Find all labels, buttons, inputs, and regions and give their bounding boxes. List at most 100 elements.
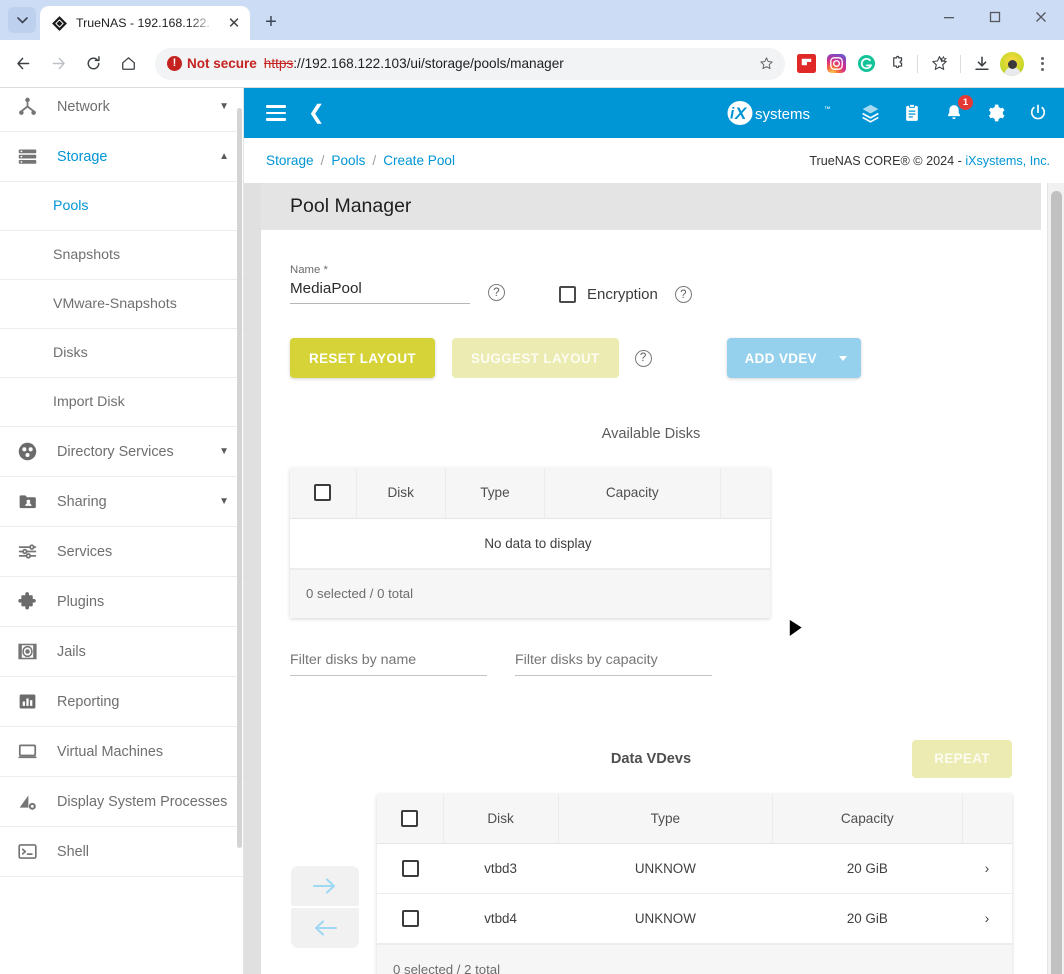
new-tab-button[interactable]: + (257, 8, 285, 36)
breadcrumb-item-storage[interactable]: Storage (266, 153, 314, 168)
sidebar-item-display-system-processes[interactable]: Display System Processes (0, 777, 243, 827)
sidebar-subitem-vmware-snapshots[interactable]: VMware-Snapshots (0, 280, 243, 329)
reload-icon[interactable] (76, 47, 110, 81)
url-rest: ://192.168.122.103/ui/storage/pools/mana… (293, 56, 564, 71)
vdev-col-type[interactable]: Type (558, 793, 774, 844)
forward-arrow-icon[interactable] (41, 47, 75, 81)
select-all-checkbox[interactable] (314, 484, 332, 502)
tab-search-icon[interactable] (8, 7, 36, 33)
sidebar-subitem-snapshots[interactable]: Snapshots (0, 231, 243, 280)
row-expand-chevron-icon[interactable]: › (962, 893, 1012, 944)
sidebar-item-shell[interactable]: Shell (0, 827, 243, 877)
bookmark-star-icon[interactable] (753, 51, 779, 77)
breadcrumb-item-pools[interactable]: Pools (331, 153, 365, 168)
puzzle-extensions-icon[interactable] (882, 50, 910, 78)
row-checkbox-cell[interactable] (377, 893, 443, 944)
ixsystems-link[interactable]: iXsystems, Inc. (965, 154, 1050, 168)
tab-close-icon[interactable]: ✕ (224, 13, 244, 33)
sidebar-item-jails[interactable]: Jails (0, 627, 243, 677)
browser-tab-title: TrueNAS - 192.168.122. (76, 16, 210, 30)
back-arrow-icon[interactable] (6, 47, 40, 81)
sidebar-item-sharing[interactable]: Sharing ▼ (0, 477, 243, 527)
browser-tab[interactable]: TrueNAS - 192.168.122. ✕ (40, 6, 250, 40)
pool-name-help-icon[interactable]: ? (488, 284, 505, 301)
available-select-all-header[interactable] (290, 468, 357, 519)
sidebar-subitem-pools[interactable]: Pools (0, 182, 243, 231)
row-expand-chevron-icon[interactable]: › (962, 843, 1012, 894)
clipboard-jobs-icon[interactable] (900, 101, 924, 125)
row-checkbox[interactable] (401, 860, 419, 877)
sidebar-scrollbar[interactable] (237, 108, 243, 974)
data-vdevs-header: Data VDevs REPEAT (290, 739, 1012, 778)
sidebar-item-plugins[interactable]: Plugins (0, 577, 243, 627)
ixsystems-logo: i X systems ™ (726, 100, 832, 126)
download-icon[interactable] (968, 50, 996, 78)
sidebar-item-network[interactable]: Network ▼ (0, 88, 243, 132)
flipboard-icon[interactable] (792, 50, 820, 78)
table-row[interactable]: vtbd4 UNKNOW 20 GiB › (377, 893, 1012, 944)
sidebar-item-services[interactable]: Services (0, 527, 243, 577)
power-icon[interactable] (1026, 101, 1050, 125)
vdev-select-all-header[interactable] (377, 793, 444, 844)
settings-gear-icon[interactable] (984, 101, 1008, 125)
chevron-down-icon[interactable]: ▼ (219, 496, 229, 507)
available-col-type[interactable]: Type (445, 468, 546, 519)
encryption-help-icon[interactable]: ? (674, 286, 692, 303)
sidebar-subitem-disks[interactable]: Disks (0, 329, 243, 378)
sidebar-item-label: Sharing (57, 493, 107, 510)
services-sliders-icon (14, 541, 41, 562)
breadcrumb-item-create-pool[interactable]: Create Pool (383, 153, 455, 168)
window-close-button[interactable] (1018, 0, 1064, 34)
window-maximize-button[interactable] (972, 0, 1018, 34)
kebab-menu-icon[interactable] (1028, 50, 1056, 78)
available-col-capacity[interactable]: Capacity (544, 468, 721, 519)
truenas-logo-icon (52, 15, 67, 31)
profile-avatar[interactable] (998, 50, 1026, 78)
instagram-icon[interactable] (822, 50, 850, 78)
notifications-bell-icon[interactable]: 1 (942, 95, 973, 125)
move-right-button[interactable] (291, 866, 359, 907)
chevron-left-icon[interactable]: ❮ (308, 103, 325, 123)
filter-by-capacity-input[interactable] (515, 651, 712, 676)
window-minimize-button[interactable] (926, 0, 972, 34)
content-scrollbar[interactable] (1047, 183, 1064, 974)
home-icon[interactable] (111, 47, 145, 81)
add-vdev-button[interactable]: ADD VDEV (726, 338, 862, 378)
bookmark-star-outline-icon[interactable] (925, 50, 953, 78)
chevron-down-icon[interactable]: ▼ (219, 101, 229, 112)
sidebar-item-label: Directory Services (57, 443, 174, 460)
sidebar-item-directory-services[interactable]: Directory Services ▼ (0, 427, 243, 477)
cell-type: UNKNOW (558, 893, 773, 944)
hamburger-menu-icon[interactable] (266, 105, 286, 121)
security-status[interactable]: ! Not secure (167, 56, 257, 71)
table-row[interactable]: vtbd3 UNKNOW 20 GiB › (377, 843, 1012, 894)
move-left-button[interactable] (291, 908, 359, 949)
address-bar[interactable]: ! Not secure https://192.168.122.103/ui/… (155, 47, 785, 80)
copyright-label: TrueNAS CORE® © 2024 - (809, 153, 966, 168)
available-disks-footer: 0 selected / 0 total (290, 568, 770, 618)
row-checkbox-cell[interactable] (377, 843, 443, 894)
sidebar-item-virtual-machines[interactable]: Virtual Machines (0, 727, 243, 777)
available-col-disk[interactable]: Disk (356, 468, 446, 519)
filter-by-name-input[interactable] (290, 651, 487, 676)
content-scrollbar-thumb[interactable] (1051, 191, 1062, 974)
grammarly-icon[interactable] (852, 50, 880, 78)
sidebar-subitem-import-disk[interactable]: Import Disk (0, 378, 243, 427)
pool-name-field: Name * (290, 264, 470, 304)
vdev-col-disk[interactable]: Disk (443, 793, 559, 844)
svg-text:™: ™ (824, 106, 831, 113)
vdev-col-capacity[interactable]: Capacity (772, 793, 963, 844)
suggest-layout-button[interactable]: SUGGEST LAYOUT (451, 338, 619, 378)
encryption-checkbox[interactable] (559, 286, 576, 303)
chevron-up-icon[interactable]: ▲ (219, 151, 229, 162)
reset-layout-button[interactable]: RESET LAYOUT (290, 338, 435, 378)
sidebar-item-storage[interactable]: Storage ▲ (0, 132, 243, 182)
vdev-select-all-checkbox[interactable] (401, 809, 419, 827)
truecommand-icon[interactable] (858, 101, 882, 125)
chevron-down-icon[interactable]: ▼ (219, 446, 229, 457)
pool-name-label: Name * (290, 264, 328, 276)
suggest-layout-help-icon[interactable]: ? (634, 349, 652, 367)
pool-name-input[interactable] (290, 280, 470, 304)
sidebar-item-reporting[interactable]: Reporting (0, 677, 243, 727)
row-checkbox[interactable] (401, 910, 419, 927)
